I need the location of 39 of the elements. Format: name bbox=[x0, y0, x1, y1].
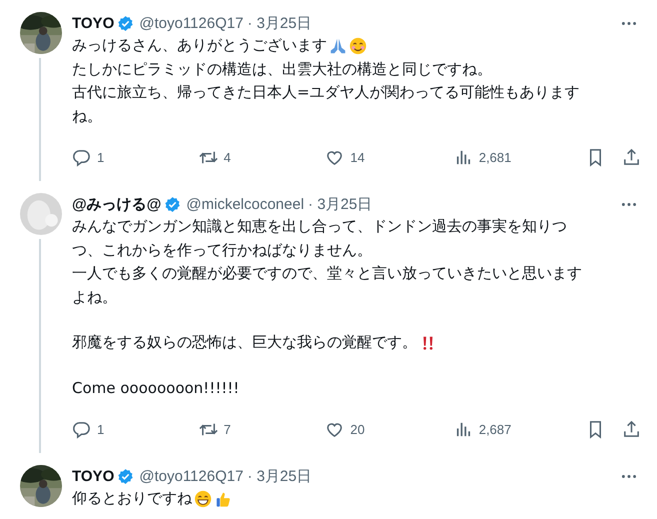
reply-icon[interactable] bbox=[72, 148, 91, 166]
user-handle[interactable]: @toyo1126Q17 bbox=[139, 14, 244, 32]
action-count: 7 bbox=[224, 422, 231, 436]
post-date[interactable]: · 3月25日 bbox=[247, 466, 312, 486]
post-text: みんなでガンガン知識と知恵を出し合って、ドンドン過去の事実を知りつ bbox=[72, 217, 567, 236]
more-icon[interactable] bbox=[621, 20, 637, 26]
display-name[interactable]: @みっける@ bbox=[72, 194, 162, 214]
display-name[interactable]: TOYO bbox=[72, 468, 114, 484]
user-handle[interactable]: @toyo1126Q17 bbox=[139, 468, 244, 484]
thumbs-up-icon bbox=[214, 490, 232, 508]
user-handle[interactable]: @mickelcoconeel bbox=[186, 196, 304, 212]
reply-icon[interactable] bbox=[72, 420, 91, 438]
post-text: 一人でも多くの覚醒が必要ですので、堂々と言い放っていきたいと思います bbox=[72, 264, 582, 284]
action-count: 2,687 bbox=[478, 422, 512, 436]
post-date[interactable]: · 3月25日 bbox=[308, 194, 372, 214]
grinning-face-icon bbox=[194, 490, 212, 508]
post-text: 仰るとおりですね bbox=[72, 489, 192, 508]
action-count: 2,681 bbox=[478, 150, 512, 164]
more-icon[interactable] bbox=[621, 202, 637, 206]
smiling-face-icon bbox=[349, 36, 367, 55]
action-count: 20 bbox=[350, 422, 365, 436]
post-text: つ、これからを作って行かねばなりません。 bbox=[72, 240, 372, 260]
share-icon[interactable] bbox=[622, 420, 641, 438]
post-text: みっけるさん、ありがとうございます bbox=[72, 36, 327, 56]
post-text: たしかにピラミッドの構造は、出雲大社の構造と同じですね。 bbox=[72, 60, 492, 79]
action-count: 4 bbox=[224, 150, 231, 164]
post-date[interactable]: · 3月25日 bbox=[247, 14, 312, 32]
post-text: 古代に旅立ち、帰ってきた日本人=ユダヤ人が関わってる可能性もあります bbox=[72, 83, 580, 102]
avatar bbox=[20, 193, 62, 235]
post-text: Come oooooooon!!!!!! bbox=[72, 379, 240, 398]
post-text: よね。 bbox=[72, 288, 117, 307]
display-name[interactable]: TOYO bbox=[72, 14, 114, 32]
post-text: 邪魔をする奴らの恐怖は、巨大な我らの覚醒です。 bbox=[72, 333, 417, 352]
action-count: 1 bbox=[97, 150, 104, 164]
action-count: 14 bbox=[350, 150, 365, 164]
post-text: ね。 bbox=[72, 106, 102, 126]
more-icon[interactable] bbox=[621, 474, 637, 478]
action-count: 1 bbox=[97, 422, 104, 436]
share-icon[interactable] bbox=[622, 148, 641, 166]
